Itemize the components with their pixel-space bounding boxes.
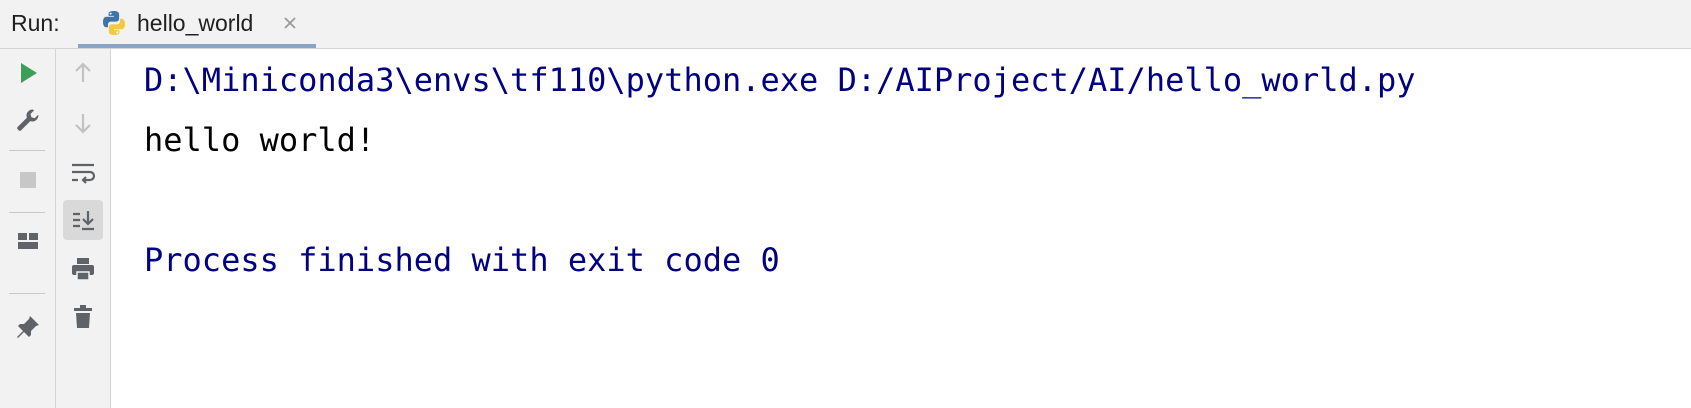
soft-wrap-icon [72,163,96,184]
run-tool-window: Run: hello_world D:\Miniconda3\envs\tf11… [0,0,1691,408]
trash-icon [74,305,92,328]
scroll-to-end-button[interactable] [63,200,103,240]
pin-icon [17,316,39,338]
run-label: Run: [11,10,60,36]
clear-all-button[interactable] [63,297,103,337]
run-actions-toolbar [0,49,56,408]
console-toolbar [56,49,111,408]
print-button[interactable] [63,249,103,289]
run-tab-bar: Run: hello_world [0,0,1691,49]
layout-icon [18,233,38,249]
console-output[interactable]: D:\Miniconda3\envs\tf110\python.exe D:/A… [111,49,1691,408]
python-icon [103,11,125,35]
scroll-to-end-icon [73,211,94,231]
arrow-up-icon [75,62,91,82]
soft-wrap-button[interactable] [63,153,103,193]
stop-icon [20,172,36,188]
close-icon[interactable] [278,11,302,35]
tab-title: hello_world [137,10,254,36]
toolbar-separator [9,212,45,213]
toolbar-separator [9,150,45,151]
run-icon [21,63,37,83]
pin-tab-button[interactable] [8,307,48,347]
tab-hello-world[interactable]: hello_world [78,0,316,48]
toolbar-separator [9,293,45,294]
up-stack-trace-button[interactable] [63,53,103,93]
down-stack-trace-button[interactable] [63,103,103,143]
rerun-button[interactable] [8,53,48,93]
console-command-line: D:\Miniconda3\envs\tf110\python.exe D:/A… [144,61,1416,99]
wrench-icon [17,109,39,131]
restore-layout-button[interactable] [8,221,48,261]
arrow-down-icon [75,114,91,134]
stop-button[interactable] [8,160,48,200]
console-stdout-line: hello world! [144,121,376,159]
edit-configuration-button[interactable] [8,100,48,140]
console-exit-message: Process finished with exit code 0 [144,241,780,279]
print-icon [72,258,94,281]
